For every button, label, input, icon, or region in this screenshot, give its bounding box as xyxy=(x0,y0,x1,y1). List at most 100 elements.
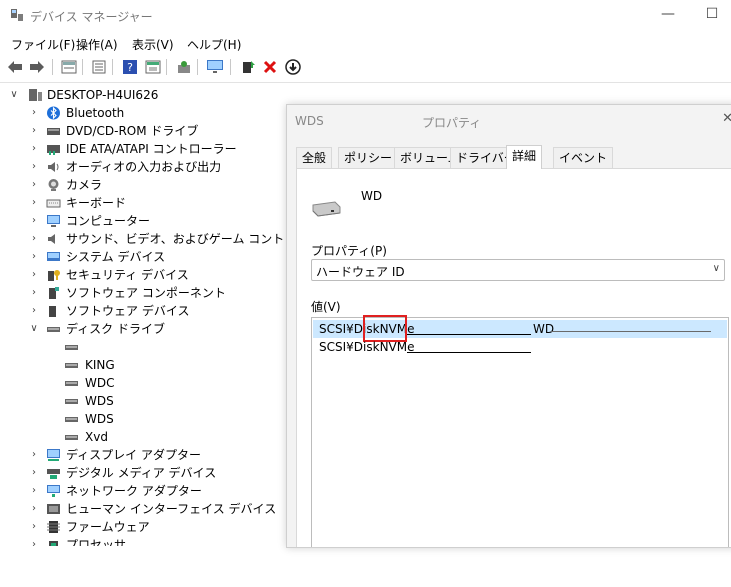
redacted-text xyxy=(551,331,711,332)
tree-device[interactable]: WDS xyxy=(0,410,290,428)
tree-category[interactable]: › セキュリティ デバイス xyxy=(0,266,290,284)
monitor-icon[interactable] xyxy=(206,58,224,76)
processor-icon xyxy=(49,541,58,546)
tab-policy[interactable]: ポリシー xyxy=(338,147,399,169)
value-row[interactable]: SCSI¥DiskNVMe xyxy=(313,338,727,356)
tree-category-label: ソフトウェア デバイス xyxy=(66,304,190,318)
property-dropdown-value: ハードウェア ID xyxy=(316,265,405,279)
chevron-right-icon[interactable]: › xyxy=(29,518,39,536)
tree-category[interactable]: › DVD/CD-ROM ドライブ xyxy=(0,122,290,140)
properties-view-icon[interactable] xyxy=(60,58,78,76)
list-view-icon[interactable] xyxy=(90,58,108,76)
tree-category[interactable]: › Bluetooth xyxy=(0,104,290,122)
tree-device[interactable]: KING xyxy=(0,356,290,374)
chevron-right-icon[interactable]: › xyxy=(29,230,39,248)
tree-category[interactable]: › コンピューター xyxy=(0,212,290,230)
computer-icon xyxy=(47,215,60,227)
svg-text:?: ? xyxy=(127,61,133,74)
chevron-right-icon[interactable]: › xyxy=(29,500,39,518)
disk-device-icon xyxy=(65,345,78,350)
tree-device[interactable] xyxy=(0,338,290,356)
menu-file[interactable]: ファイル(F) xyxy=(11,36,75,53)
tree-category[interactable]: › サウンド、ビデオ、およびゲーム コントローラー xyxy=(0,230,290,248)
redacted-underline xyxy=(407,334,531,335)
tree-category[interactable]: › ディスプレイ アダプター xyxy=(0,446,290,464)
chevron-right-icon[interactable]: › xyxy=(29,176,39,194)
chevron-right-icon[interactable]: › xyxy=(29,482,39,500)
forward-icon[interactable] xyxy=(28,58,46,76)
tab-events[interactable]: イベント xyxy=(553,147,614,169)
tree-device-label: WDC xyxy=(85,376,115,390)
chevron-right-icon[interactable]: › xyxy=(29,158,39,176)
network-adapter-icon xyxy=(47,485,60,497)
chevron-right-icon[interactable]: › xyxy=(29,122,39,140)
chevron-right-icon[interactable]: › xyxy=(29,266,39,284)
value-list[interactable]: SCSI¥DiskNVMe WD SCSI¥DiskNVMe xyxy=(311,315,729,547)
dialog-title-bar: WDS プロパティ ✕ xyxy=(287,105,731,137)
device-manager-icon xyxy=(11,9,23,21)
tree-category-expanded[interactable]: ∨ ディスク ドライブ xyxy=(0,320,290,338)
dialog-title: プロパティ xyxy=(422,116,482,130)
chevron-right-icon[interactable]: › xyxy=(29,140,39,158)
security-device-icon xyxy=(48,270,60,281)
tree-category[interactable]: › ファームウェア xyxy=(0,518,290,536)
show-hide-icon[interactable] xyxy=(144,58,162,76)
tree-device[interactable]: WDC xyxy=(0,374,290,392)
tree-device-label: Xvd xyxy=(85,430,108,444)
tree-category[interactable]: › ソフトウェア デバイス xyxy=(0,302,290,320)
chevron-right-icon[interactable]: › xyxy=(29,446,39,464)
tree-category[interactable]: › システム デバイス xyxy=(0,248,290,266)
chevron-right-icon[interactable]: › xyxy=(29,212,39,230)
uninstall-icon[interactable] xyxy=(261,58,279,76)
chevron-down-icon[interactable]: ∨ xyxy=(9,86,19,104)
tree-category[interactable]: › オーディオの入力および出力 xyxy=(0,158,290,176)
tree-category[interactable]: › ネットワーク アダプター xyxy=(0,482,290,500)
menu-help[interactable]: ヘルプ(H) xyxy=(187,36,241,53)
tab-general[interactable]: 全般 xyxy=(296,147,333,169)
chevron-right-icon[interactable]: › xyxy=(29,536,39,546)
chevron-right-icon[interactable]: › xyxy=(29,194,39,212)
tree-category-label: ディスプレイ アダプター xyxy=(66,448,201,462)
sound-icon xyxy=(48,234,55,244)
tree-device[interactable]: Xvd xyxy=(0,428,290,446)
menu-action[interactable]: 操作(A) xyxy=(76,36,118,53)
tree-root[interactable]: ∨ DESKTOP-H4UI626 xyxy=(0,86,290,104)
menu-view[interactable]: 表示(V) xyxy=(132,36,174,53)
disk-device-icon xyxy=(65,435,78,440)
update-driver-icon[interactable] xyxy=(239,58,257,76)
help-icon[interactable]: ? xyxy=(121,58,139,76)
back-icon[interactable] xyxy=(6,58,24,76)
tab-strip: 全般 ポリシー ボリューム ドライバー 詳細 イベント xyxy=(296,145,731,169)
tree-category[interactable]: › カメラ xyxy=(0,176,290,194)
tree-device[interactable]: WDS xyxy=(0,392,290,410)
tree-category[interactable]: › デジタル メディア デバイス xyxy=(0,464,290,482)
firmware-icon xyxy=(47,521,60,533)
tree-category-label: オーディオの入力および出力 xyxy=(66,160,222,174)
chevron-right-icon[interactable]: › xyxy=(29,104,39,122)
tree-root-label: DESKTOP-H4UI626 xyxy=(47,88,159,102)
chevron-right-icon[interactable]: › xyxy=(29,284,39,302)
download-icon[interactable] xyxy=(284,58,302,76)
chevron-right-icon[interactable]: › xyxy=(29,464,39,482)
tab-details[interactable]: 詳細 xyxy=(506,145,543,169)
tree-category-label: セキュリティ デバイス xyxy=(66,268,189,282)
value-row-selected[interactable]: SCSI¥DiskNVMe WD xyxy=(313,315,727,342)
tree-category[interactable]: › プロセッサ xyxy=(0,536,290,546)
ide-controller-icon xyxy=(47,145,60,155)
tree-category[interactable]: › キーボード xyxy=(0,194,290,212)
maximize-button[interactable]: ☐ xyxy=(702,6,722,26)
device-name: WD xyxy=(361,189,383,203)
tree-category[interactable]: › ソフトウェア コンポーネント xyxy=(0,284,290,302)
scan-hardware-icon[interactable] xyxy=(175,58,193,76)
dialog-close-button[interactable]: ✕ xyxy=(722,111,731,126)
property-dropdown[interactable]: ハードウェア ID ∨ xyxy=(311,259,725,281)
tree-category[interactable]: › IDE ATA/ATAPI コントローラー xyxy=(0,140,290,158)
chevron-down-icon[interactable]: ∨ xyxy=(29,320,39,338)
tree-category[interactable]: › ヒューマン インターフェイス デバイス xyxy=(0,500,290,518)
chevron-right-icon[interactable]: › xyxy=(29,248,39,266)
audio-icon xyxy=(48,162,59,172)
minimize-button[interactable]: — xyxy=(658,6,678,26)
chevron-right-icon[interactable]: › xyxy=(29,302,39,320)
camera-icon xyxy=(48,179,59,191)
dvd-drive-icon xyxy=(47,128,60,135)
